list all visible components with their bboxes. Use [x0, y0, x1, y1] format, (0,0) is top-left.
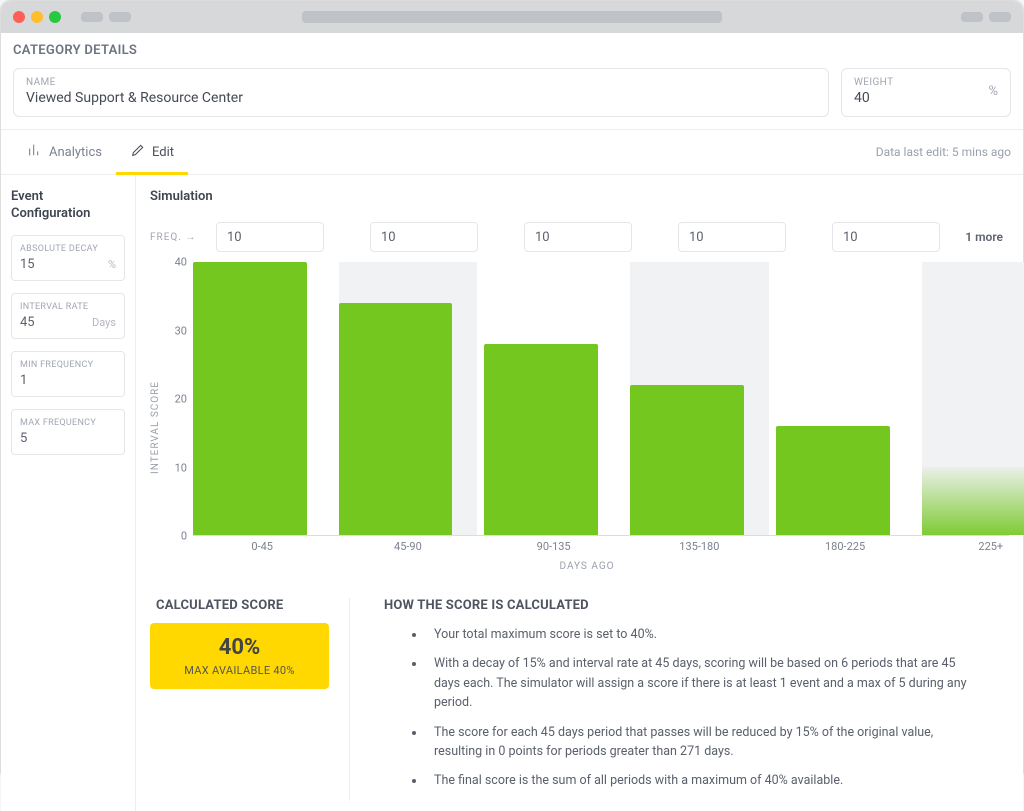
toolbar-placeholder: [81, 12, 103, 22]
y-tick: 0: [181, 530, 187, 543]
toolbar-placeholder: [989, 12, 1011, 22]
address-bar-placeholder: [302, 11, 722, 23]
sidebar-title: Event Configuration: [11, 189, 125, 223]
weight-value: 40: [854, 90, 988, 106]
x-tick-label: 0-45: [251, 540, 273, 553]
pencil-icon: [130, 142, 146, 162]
cfg-value: 1: [20, 373, 27, 388]
weight-field[interactable]: WEIGHT 40 %: [841, 68, 1011, 117]
calculated-score-head: CALCULATED SCORE: [156, 598, 329, 613]
weight-label: WEIGHT: [854, 77, 988, 88]
tab-label: Edit: [152, 145, 174, 160]
how-calculated-list: Your total maximum score is set to 40%. W…: [384, 625, 979, 791]
how-item: The score for each 45 days period that p…: [426, 723, 979, 762]
score-percent: 40%: [160, 635, 319, 660]
name-label: NAME: [26, 77, 816, 88]
x-tick-label: 225+: [978, 540, 1003, 553]
name-field[interactable]: NAME Viewed Support & Resource Center: [13, 68, 829, 117]
toolbar-placeholder: [109, 12, 131, 22]
page-title: CATEGORY DETAILS: [1, 33, 1023, 62]
cfg-label: ABSOLUTE DECAY: [20, 244, 116, 254]
chart-bar: [339, 303, 453, 535]
chart-bar: [630, 385, 744, 535]
calculated-score-box: 40% MAX AVAILABLE 40%: [150, 623, 329, 689]
minimize-window-button[interactable]: [31, 11, 43, 23]
y-tick: 30: [175, 324, 187, 337]
freq-more[interactable]: 1 more: [965, 230, 1009, 244]
chart-y-axis-label: INTERVAL SCORE: [150, 361, 161, 474]
y-tick: 20: [175, 393, 187, 406]
tab-edit[interactable]: Edit: [116, 130, 188, 174]
how-item: With a decay of 15% and interval rate at…: [426, 654, 979, 712]
analytics-icon: [27, 142, 43, 162]
cfg-value: 15: [20, 257, 35, 272]
weight-unit: %: [988, 84, 998, 99]
absolute-decay-field[interactable]: ABSOLUTE DECAY 15 %: [11, 235, 125, 281]
interval-rate-field[interactable]: INTERVAL RATE 45 Days: [11, 293, 125, 339]
freq-input-3[interactable]: 10: [678, 222, 786, 252]
window-titlebar: [1, 1, 1023, 33]
cfg-label: MIN FREQUENCY: [20, 360, 116, 370]
cfg-label: MAX FREQUENCY: [20, 418, 116, 428]
cfg-unit: Days: [92, 316, 116, 329]
freq-input-0[interactable]: 10: [216, 222, 324, 252]
chart-bar: [484, 344, 598, 535]
last-edit-text: Data last edit: 5 mins ago: [876, 145, 1011, 159]
chart-bar: [922, 467, 1024, 535]
simulation-title: Simulation: [150, 189, 1009, 204]
x-tick-label: 90-135: [537, 540, 571, 553]
toolbar-placeholder: [961, 12, 983, 22]
chart-x-axis-label: DAYS AGO: [559, 561, 614, 572]
x-tick-label: 135-180: [679, 540, 719, 553]
tab-label: Analytics: [49, 145, 102, 160]
min-frequency-field[interactable]: MIN FREQUENCY 1: [11, 351, 125, 397]
tab-analytics[interactable]: Analytics: [13, 130, 116, 174]
freq-label: FREQ. →: [150, 232, 208, 243]
close-window-button[interactable]: [13, 11, 25, 23]
cfg-label: INTERVAL RATE: [20, 302, 116, 312]
interval-score-chart: 010203040 0-4545-9090-135135-180180-2252…: [165, 262, 1009, 572]
max-frequency-field[interactable]: MAX FREQUENCY 5: [11, 409, 125, 455]
name-value: Viewed Support & Resource Center: [26, 90, 816, 106]
how-calculated-head: HOW THE SCORE IS CALCULATED: [384, 598, 979, 613]
x-tick-label: 180-225: [825, 540, 865, 553]
freq-input-4[interactable]: 10: [832, 222, 940, 252]
cfg-value: 5: [20, 431, 27, 446]
how-item: Your total maximum score is set to 40%.: [426, 625, 979, 644]
score-max-available: MAX AVAILABLE 40%: [160, 664, 319, 677]
y-tick: 40: [175, 256, 187, 269]
cfg-unit: %: [108, 258, 116, 271]
freq-input-2[interactable]: 10: [524, 222, 632, 252]
y-tick: 10: [175, 461, 187, 474]
freq-input-1[interactable]: 10: [370, 222, 478, 252]
cfg-value: 45: [20, 315, 35, 330]
x-tick-label: 45-90: [394, 540, 422, 553]
maximize-window-button[interactable]: [49, 11, 61, 23]
chart-bar: [776, 426, 890, 535]
chart-bar: [193, 262, 307, 535]
